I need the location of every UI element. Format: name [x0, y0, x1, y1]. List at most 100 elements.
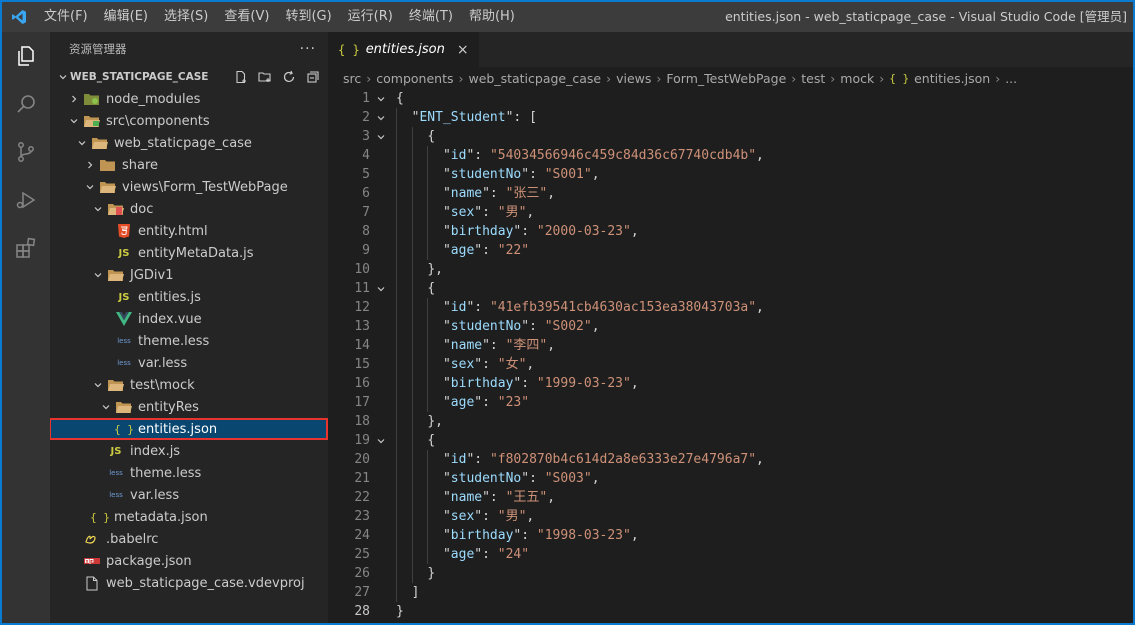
code-line[interactable]: 25 "age": "24"	[328, 545, 1133, 564]
breadcrumb-item[interactable]: web_staticpage_case	[468, 71, 601, 86]
menu-selection[interactable]: 选择(S)	[156, 2, 216, 32]
code-line[interactable]: 7 "sex": "男",	[328, 203, 1133, 222]
indent-guide	[411, 260, 413, 279]
code-line[interactable]: 22 "name": "王五",	[328, 488, 1133, 507]
code-line[interactable]: 24 "birthday": "1998-03-23",	[328, 526, 1133, 545]
code-line[interactable]: 21 "studentNo": "S003",	[328, 469, 1133, 488]
menu-go[interactable]: 转到(G)	[277, 2, 339, 32]
source-control-icon[interactable]	[2, 128, 50, 176]
fold-gutter	[370, 450, 392, 469]
code-line[interactable]: 4 "id": "54034566946c459c84d36c67740cdb4…	[328, 146, 1133, 165]
tree-item-src-components[interactable]: src\components	[50, 110, 328, 132]
chevron-right-icon: ›	[995, 70, 1001, 86]
vscode-window: 文件(F) 编辑(E) 选择(S) 查看(V) 转到(G) 运行(R) 终端(T…	[0, 0, 1135, 625]
menu-view[interactable]: 查看(V)	[216, 2, 277, 32]
code-line[interactable]: 28}	[328, 602, 1133, 621]
indent-guide	[411, 431, 413, 450]
tree-item-theme-less[interactable]: less theme.less	[50, 330, 328, 352]
code-line[interactable]: 17 "age": "23"	[328, 393, 1133, 412]
code-line[interactable]: 9 "age": "22"	[328, 241, 1133, 260]
code-line[interactable]: 18 },	[328, 412, 1133, 431]
indent-guide	[427, 317, 429, 336]
chevron-down-icon	[74, 135, 90, 151]
code-line[interactable]: 11 {	[328, 279, 1133, 298]
tree-item-metadata-json[interactable]: { } metadata.json	[50, 506, 328, 528]
menu-run[interactable]: 运行(R)	[340, 2, 401, 32]
refresh-icon[interactable]	[280, 68, 298, 86]
breadcrumb-item[interactable]: components	[376, 71, 453, 86]
workspace-section-header[interactable]: WEB_STATICPAGE_CASE	[50, 66, 328, 88]
breadcrumb-item[interactable]: mock	[840, 71, 874, 86]
explorer-icon[interactable]	[2, 32, 50, 80]
code-line[interactable]: 13 "studentNo": "S002",	[328, 317, 1133, 336]
code-editor[interactable]: 1{2 "ENT_Student": [3 {4 "id": "54034566…	[328, 89, 1133, 623]
tree-item-index-vue[interactable]: index.vue	[50, 308, 328, 330]
fold-chevron-icon[interactable]	[370, 127, 392, 146]
line-number: 18	[354, 414, 370, 429]
code-line[interactable]: 5 "studentNo": "S001",	[328, 165, 1133, 184]
tree-item-jgdiv1[interactable]: JGDiv1	[50, 264, 328, 286]
fold-chevron-icon[interactable]	[370, 89, 392, 108]
new-file-icon[interactable]	[232, 68, 250, 86]
menu-terminal[interactable]: 终端(T)	[401, 2, 461, 32]
code-line[interactable]: 26 }	[328, 564, 1133, 583]
menu-help[interactable]: 帮助(H)	[461, 2, 523, 32]
tree-item-babelrc[interactable]: .babelrc	[50, 528, 328, 550]
search-icon[interactable]	[2, 80, 50, 128]
code-line[interactable]: 16 "birthday": "1999-03-23",	[328, 374, 1133, 393]
tree-item-entities-json[interactable]: { } entities.json	[50, 418, 328, 440]
code-line[interactable]: 19 {	[328, 431, 1133, 450]
code-line[interactable]: 3 {	[328, 127, 1133, 146]
breadcrumb-file[interactable]: entities.json	[914, 71, 990, 86]
tree-item-package-json[interactable]: package.json	[50, 550, 328, 572]
code-line[interactable]: 14 "name": "李四",	[328, 336, 1133, 355]
line-number: 14	[354, 338, 370, 353]
breadcrumb-item[interactable]: Form_TestWebPage	[666, 71, 786, 86]
menu-file[interactable]: 文件(F)	[36, 2, 96, 32]
menu-edit[interactable]: 编辑(E)	[96, 2, 156, 32]
tab-entities-json[interactable]: { } entities.json ×	[328, 32, 479, 67]
fold-chevron-icon[interactable]	[370, 279, 392, 298]
tree-item-web-staticpage-case[interactable]: web_staticpage_case	[50, 132, 328, 154]
tree-item-label: entities.json	[138, 421, 218, 437]
tree-item-views-form-testwebpage[interactable]: views\Form_TestWebPage	[50, 176, 328, 198]
code-text: "birthday": "1998-03-23",	[392, 526, 639, 545]
code-line[interactable]: 15 "sex": "女",	[328, 355, 1133, 374]
tree-item-theme-less-2[interactable]: less theme.less	[50, 462, 328, 484]
fold-chevron-icon[interactable]	[370, 108, 392, 127]
code-line[interactable]: 23 "sex": "男",	[328, 507, 1133, 526]
tree-item-entities-js[interactable]: JS entities.js	[50, 286, 328, 308]
run-debug-icon[interactable]	[2, 176, 50, 224]
new-folder-icon[interactable]	[256, 68, 274, 86]
tree-item-vdevproj[interactable]: web_staticpage_case.vdevproj	[50, 572, 328, 594]
collapse-all-icon[interactable]	[304, 68, 322, 86]
code-line[interactable]: 10 },	[328, 260, 1133, 279]
code-line[interactable]: 2 "ENT_Student": [	[328, 108, 1133, 127]
fold-chevron-icon[interactable]	[370, 431, 392, 450]
code-line[interactable]: 12 "id": "41efb39541cb4630ac153ea3804370…	[328, 298, 1133, 317]
code-line[interactable]: 8 "birthday": "2000-03-23",	[328, 222, 1133, 241]
tree-item-entitymetadata-js[interactable]: JS entityMetaData.js	[50, 242, 328, 264]
breadcrumb-tail[interactable]: ...	[1005, 71, 1017, 86]
tree-item-share[interactable]: share	[50, 154, 328, 176]
tree-item-doc[interactable]: doc	[50, 198, 328, 220]
tree-item-var-less[interactable]: less var.less	[50, 352, 328, 374]
tree-item-index-js[interactable]: JS index.js	[50, 440, 328, 462]
close-icon[interactable]: ×	[457, 42, 469, 58]
tree-item-node-modules[interactable]: node_modules	[50, 88, 328, 110]
code-line[interactable]: 6 "name": "张三",	[328, 184, 1133, 203]
line-number: 23	[354, 509, 370, 524]
extensions-icon[interactable]	[2, 224, 50, 272]
tree-item-entityres[interactable]: entityRes	[50, 396, 328, 418]
breadcrumb-item[interactable]: test	[801, 71, 825, 86]
breadcrumb-item[interactable]: src	[343, 71, 361, 86]
code-line[interactable]: 27 ]	[328, 583, 1133, 602]
code-line[interactable]: 20 "id": "f802870b4c614d2a8e6333e27e4796…	[328, 450, 1133, 469]
tree-item-test-mock[interactable]: test\mock	[50, 374, 328, 396]
tree-item-var-less-2[interactable]: less var.less	[50, 484, 328, 506]
tree-item-entity-html[interactable]: entity.html	[50, 220, 328, 242]
breadcrumb-item[interactable]: views	[616, 71, 651, 86]
more-actions-icon[interactable]: ···	[300, 41, 316, 57]
code-line[interactable]: 1{	[328, 89, 1133, 108]
fold-gutter	[370, 146, 392, 165]
